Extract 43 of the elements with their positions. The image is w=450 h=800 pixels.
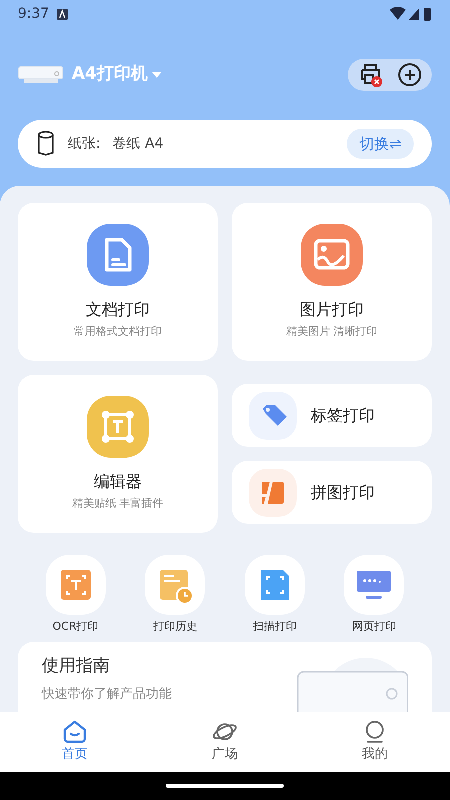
printer-error-icon[interactable]: [358, 62, 384, 88]
feature-card[interactable]: 图片打印 精美图片 清晰打印: [232, 203, 432, 361]
feature-card[interactable]: 编辑器 精美贴纸 丰富插件: [18, 375, 218, 533]
feature-card[interactable]: 标签打印: [232, 384, 432, 447]
card-subtitle: 精美贴纸 丰富插件: [72, 496, 164, 512]
tab-bar-item[interactable]: 广场: [150, 712, 300, 772]
status-icons: [390, 7, 432, 21]
collage-icon: [249, 468, 297, 516]
paper-label: 纸张:: [68, 134, 101, 154]
add-icon[interactable]: [398, 63, 422, 87]
notification-icon: [57, 8, 68, 20]
card-title: 标签打印: [311, 404, 375, 426]
printer-device-icon: [18, 66, 64, 84]
tab-bar-item[interactable]: 首页: [0, 712, 150, 772]
status-time: 9:37: [18, 4, 50, 24]
text-scan-icon: [46, 555, 106, 615]
scan-icon: [244, 555, 305, 615]
caret-icon: [152, 72, 162, 78]
feature-card[interactable]: 拼图打印: [232, 461, 432, 524]
card-subtitle: 精美图片 清晰打印: [286, 324, 378, 340]
document-icon: [87, 224, 149, 286]
text-frame-icon: [87, 396, 149, 458]
card-title: 图片打印: [300, 298, 364, 321]
image-icon: [301, 224, 363, 286]
card-title: 拼图打印: [311, 482, 375, 504]
tab-bar-item[interactable]: 我的: [300, 712, 450, 772]
web-page-icon: [344, 555, 404, 615]
clock-document-icon: [145, 555, 206, 615]
guide-subtitle: 快速带你了解产品功能: [42, 686, 172, 704]
paper-roll-icon: [36, 131, 56, 157]
paper-value: 卷纸 A4: [112, 134, 164, 154]
quick-action[interactable]: 网页打印: [324, 555, 424, 636]
card-title: 编辑器: [94, 470, 142, 493]
guide-card[interactable]: 使用指南 快速带你了解产品功能: [18, 642, 432, 712]
feature-card[interactable]: 文档打印 常用格式文档打印: [18, 203, 218, 361]
quick-action[interactable]: OCR打印: [26, 555, 126, 636]
tag-icon: [249, 392, 297, 440]
guide-title: 使用指南: [42, 654, 111, 678]
card-subtitle: 常用格式文档打印: [74, 324, 162, 340]
card-title: 文档打印: [86, 298, 150, 321]
quick-action[interactable]: 扫描打印: [225, 555, 324, 636]
quick-action[interactable]: 打印历史: [126, 555, 225, 636]
home-icon: [62, 719, 88, 746]
